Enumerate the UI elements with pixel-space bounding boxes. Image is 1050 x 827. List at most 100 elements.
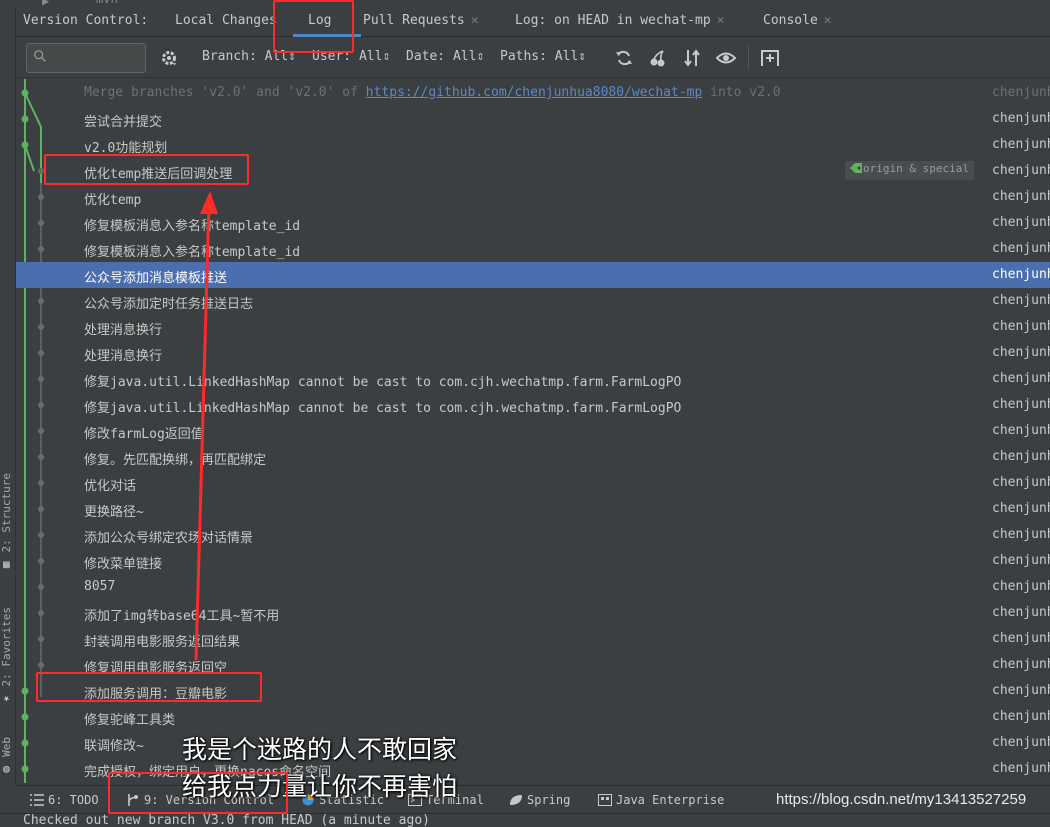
favorites-tool-tab[interactable]: ★ 2: Favorites — [0, 607, 16, 706]
commit-author: chenjunh — [992, 735, 1050, 750]
table-row[interactable]: 修改farmLog返回值 chenjunh — [16, 418, 1050, 444]
java-enterprise-tool-tab[interactable]: Java Enterprise — [598, 793, 724, 807]
watermark-url: https://blog.csdn.net/my13413527259 — [776, 791, 1027, 808]
annotation-box-commit — [44, 154, 249, 185]
commit-author: chenjunh — [992, 345, 1050, 360]
mvn-label: mvn — [96, 0, 118, 6]
table-row[interactable]: 优化对话 chenjunh — [16, 470, 1050, 496]
commit-author: chenjunh — [992, 397, 1050, 412]
spring-tool-tab[interactable]: Spring — [509, 793, 570, 807]
commit-author: chenjunh — [992, 215, 1050, 230]
commit-author: chenjunh — [992, 761, 1050, 776]
new-tab-icon[interactable] — [760, 48, 780, 68]
video-subtitle-line-1: 我是个迷路的人不敢回家 — [182, 735, 458, 764]
todo-tool-tab[interactable]: 6: TODO — [30, 793, 99, 807]
table-row[interactable]: 尝试合并提交 chenjunh — [16, 106, 1050, 132]
table-row[interactable]: 修复java.util.LinkedHashMap cannot be cast… — [16, 392, 1050, 418]
updown-arrow-icon: ⇕ — [578, 49, 587, 64]
commit-message: 封装调用电影服务返回结果 — [84, 635, 241, 650]
cherry-pick-icon[interactable] — [648, 48, 668, 68]
commit-message: 修改菜单链接 — [84, 557, 163, 572]
commit-author: chenjunh — [992, 605, 1050, 620]
commit-author: chenjunh — [992, 189, 1050, 204]
commit-author: chenjunh — [992, 657, 1050, 672]
table-row[interactable]: 优化temp chenjunh — [16, 184, 1050, 210]
table-row[interactable]: 修复模板消息入参名称template_id chenjunh — [16, 210, 1050, 236]
paths-filter[interactable]: Paths: All⇕ — [500, 49, 586, 64]
commit-message: 优化temp — [84, 193, 142, 208]
table-row[interactable]: 公众号添加消息模板推送 chenjunh — [16, 262, 1050, 288]
commit-author: chenjunh — [992, 319, 1050, 334]
table-row[interactable]: 公众号添加定时任务推送日志 chenjunh — [16, 288, 1050, 314]
commit-author: chenjunh — [992, 111, 1050, 126]
refresh-icon[interactable] — [614, 48, 634, 68]
updown-arrow-icon: ⇕ — [476, 49, 485, 64]
commit-message: Merge branches 'v2.0' and 'v2.0' of http… — [84, 85, 781, 100]
date-filter[interactable]: Date: All⇕ — [406, 49, 484, 64]
annotation-box-commit — [36, 672, 262, 702]
tab-log-on-head[interactable]: Log: on HEAD in wechat-mp ✕ — [515, 13, 725, 28]
commit-message: 修复驼峰工具类 — [84, 713, 176, 728]
previous-toolbar-strip: ▶ mvn — [0, 0, 1050, 7]
tab-console[interactable]: Console ✕ — [763, 13, 832, 28]
commit-message: 8057 — [84, 579, 116, 594]
commit-message: 尝试合并提交 — [84, 115, 163, 130]
version-control-tab-bar: Version Control: Local Changes Log Pull … — [16, 7, 1050, 37]
close-icon[interactable]: ✕ — [717, 13, 725, 28]
commit-message: 添加公众号绑定农场对话情景 — [84, 531, 254, 546]
commit-message: 处理消息换行 — [84, 349, 163, 364]
commit-author: chenjunh — [992, 267, 1050, 282]
table-row[interactable]: 修复模板消息入参名称template_id chenjunh — [16, 236, 1050, 262]
updown-arrow-icon: ⇕ — [382, 49, 391, 64]
globe-icon: ◍ — [0, 763, 13, 777]
tab-local-changes[interactable]: Local Changes — [175, 13, 277, 28]
repository-link[interactable]: https://github.com/chenjunhua8080/wechat… — [366, 85, 703, 100]
search-input[interactable] — [57, 48, 141, 68]
table-row[interactable]: 修改菜单链接 chenjunh — [16, 548, 1050, 574]
toolbar-separator — [748, 46, 749, 70]
table-row[interactable]: 修复java.util.LinkedHashMap cannot be cast… — [16, 366, 1050, 392]
close-icon[interactable]: ✕ — [824, 13, 832, 28]
structure-tool-tab[interactable]: ▦ 2: Structure — [0, 473, 16, 572]
eye-icon[interactable] — [716, 48, 736, 68]
commit-message: 修复java.util.LinkedHashMap cannot be cast… — [84, 401, 682, 416]
commit-author: chenjunh — [992, 449, 1050, 464]
table-row[interactable]: 添加公众号绑定农场对话情景 chenjunh — [16, 522, 1050, 548]
commit-message: 修复。先匹配换绑，再匹配绑定 — [84, 453, 267, 468]
annotation-box-log-tab — [273, 0, 354, 53]
tag-icon — [850, 163, 862, 173]
commit-author: chenjunh — [992, 553, 1050, 568]
search-box[interactable] — [26, 43, 146, 73]
status-bar: Checked out new branch V3.0 from HEAD (a… — [0, 813, 1050, 827]
tool-window-title: Version Control: — [23, 13, 149, 28]
commit-author: chenjunh — [992, 241, 1050, 256]
commit-message: 修复模板消息入参名称template_id — [84, 219, 301, 234]
commit-author: chenjunh — [992, 501, 1050, 516]
run-icon[interactable]: ▶ — [42, 0, 49, 7]
table-row[interactable]: 处理消息换行 chenjunh — [16, 340, 1050, 366]
table-row[interactable]: 更换路径~ chenjunh — [16, 496, 1050, 522]
commit-author: chenjunh — [992, 137, 1050, 152]
commit-author: chenjunh — [992, 527, 1050, 542]
java-enterprise-icon — [598, 794, 612, 806]
table-row[interactable]: 修复驼峰工具类 chenjunh — [16, 704, 1050, 730]
star-icon: ★ — [0, 693, 13, 707]
table-row[interactable]: 添加了img转base64工具~暂不用 chenjunh — [16, 600, 1050, 626]
commit-message: 公众号添加定时任务推送日志 — [84, 297, 254, 312]
structure-icon: ▦ — [0, 559, 13, 573]
table-row[interactable]: 8057 chenjunh — [16, 574, 1050, 600]
table-row[interactable]: 修复。先匹配换绑，再匹配绑定 chenjunh — [16, 444, 1050, 470]
close-icon[interactable]: ✕ — [471, 13, 479, 28]
settings-icon[interactable] — [159, 48, 179, 68]
table-row[interactable]: 封装调用电影服务返回结果 chenjunh — [16, 626, 1050, 652]
expand-icon[interactable] — [682, 48, 702, 68]
table-row[interactable]: Merge branches 'v2.0' and 'v2.0' of http… — [16, 80, 1050, 106]
table-row[interactable]: 联调修改~ chenjunh — [16, 730, 1050, 756]
status-text: Checked out new branch V3.0 from HEAD (a… — [23, 813, 430, 827]
commit-author: chenjunh — [992, 371, 1050, 386]
web-tool-tab[interactable]: ◍ Web — [0, 737, 16, 777]
table-row[interactable]: 处理消息换行 chenjunh — [16, 314, 1050, 340]
tab-pull-requests[interactable]: Pull Requests ✕ — [363, 13, 479, 28]
commit-author: chenjunh — [992, 631, 1050, 646]
commit-message: 修复模板消息入参名称template_id — [84, 245, 301, 260]
